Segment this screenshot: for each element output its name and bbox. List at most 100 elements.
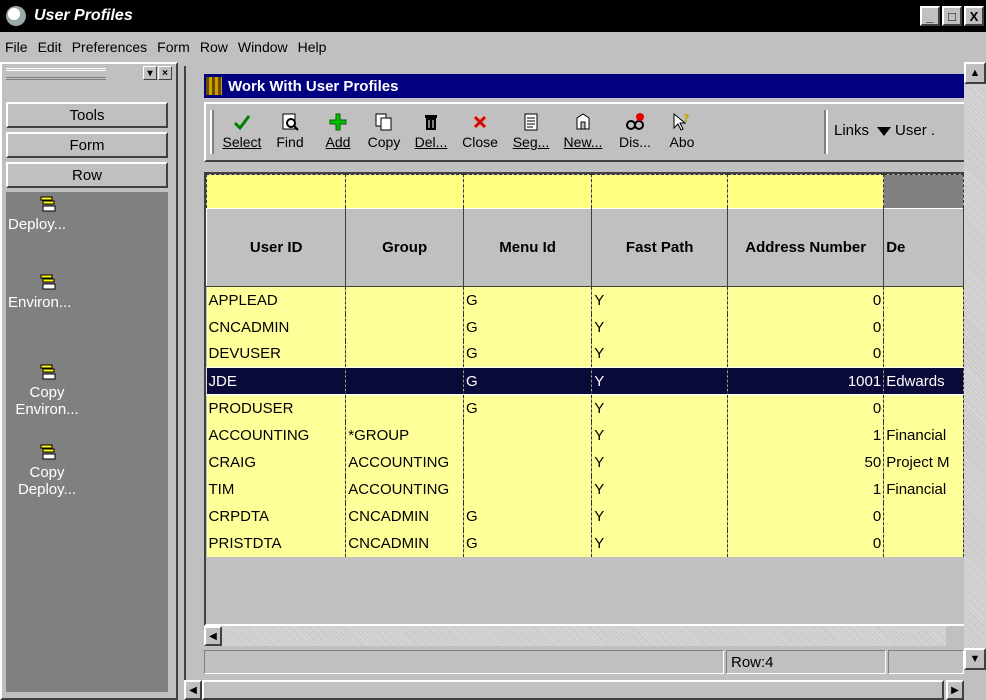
menu-window[interactable]: Window bbox=[233, 39, 293, 55]
qbe-filter-cell[interactable] bbox=[883, 174, 964, 209]
qbe-filter-cell[interactable] bbox=[463, 174, 593, 209]
table-cell: G bbox=[463, 340, 593, 368]
menu-preferences[interactable]: Preferences bbox=[67, 39, 152, 55]
scroll-right-button[interactable]: ▶ bbox=[946, 680, 964, 700]
exit-copy-environ[interactable]: Copy Environ... bbox=[6, 364, 168, 418]
exit-copy-environ-label: Copy Environ... bbox=[15, 384, 79, 418]
column-header[interactable]: User ID bbox=[206, 208, 347, 287]
column-header[interactable]: Menu Id bbox=[463, 208, 593, 287]
column-header[interactable]: Fast Path bbox=[591, 208, 729, 287]
form-window: Work With User Profiles Select Find Add … bbox=[184, 66, 986, 700]
status-bar: Row:4 bbox=[204, 650, 966, 674]
delete-button[interactable]: Del... bbox=[410, 108, 452, 158]
grid-horizontal-scrollbar[interactable]: ◀ bbox=[204, 626, 966, 648]
status-message bbox=[204, 650, 724, 674]
table-row[interactable]: CRAIG ACCOUNTING Y 50 Project M bbox=[206, 448, 964, 476]
table-row[interactable]: PRODUSER G Y 0 bbox=[206, 394, 964, 422]
document-stack-icon bbox=[40, 274, 56, 290]
table-cell: Y bbox=[591, 421, 729, 449]
select-button[interactable]: Select bbox=[216, 108, 268, 158]
scroll-left-button[interactable]: ◀ bbox=[204, 626, 222, 646]
table-row[interactable]: TIM ACCOUNTING Y 1 Financial bbox=[206, 475, 964, 503]
add-button[interactable]: Add bbox=[318, 108, 358, 158]
main-horizontal-scrollbar[interactable]: ◀ ▶ bbox=[184, 680, 964, 700]
close-button[interactable]: X bbox=[964, 6, 984, 26]
about-label: Abo bbox=[669, 134, 695, 150]
table-cell: ACCOUNTING bbox=[345, 475, 465, 503]
qbe-filter-cell[interactable] bbox=[345, 174, 465, 209]
about-button[interactable]: ? Abo bbox=[662, 108, 702, 158]
table-row[interactable]: APPLEAD G Y 0 bbox=[206, 286, 964, 314]
exit-environ[interactable]: Environ... bbox=[6, 274, 168, 311]
table-cell: JDE bbox=[206, 367, 347, 395]
scroll-thumb[interactable] bbox=[202, 680, 944, 700]
status-row-indicator: Row:4 bbox=[726, 650, 886, 674]
qbe-filter-cell[interactable] bbox=[591, 174, 729, 209]
menu-row[interactable]: Row bbox=[195, 39, 233, 55]
display-button[interactable]: Dis... bbox=[612, 108, 658, 158]
dropdown-arrow-icon bbox=[877, 126, 892, 136]
scroll-track[interactable] bbox=[964, 84, 986, 648]
main-vertical-scrollbar[interactable]: ▲ ▼ bbox=[964, 62, 986, 686]
exit-copy-deploy[interactable]: Copy Deploy... bbox=[6, 444, 168, 498]
document-stack-icon bbox=[40, 364, 56, 380]
add-label: Add bbox=[325, 134, 351, 150]
menu-file[interactable]: File bbox=[0, 39, 33, 55]
column-header[interactable]: Group bbox=[345, 208, 465, 287]
app-title-bar: User Profiles _ □ X bbox=[0, 0, 986, 32]
sequence-button[interactable]: Seg... bbox=[508, 108, 554, 158]
new-button[interactable]: New... bbox=[558, 108, 608, 158]
table-cell: CNCADMIN bbox=[345, 502, 465, 530]
close-label: Close bbox=[462, 134, 498, 150]
table-cell: 0 bbox=[727, 529, 885, 557]
links-dropdown[interactable]: Links User . bbox=[834, 122, 935, 139]
table-cell: G bbox=[463, 286, 593, 314]
exit-deploy[interactable]: Deploy... bbox=[6, 196, 168, 233]
table-row[interactable]: DEVUSER G Y 0 bbox=[206, 340, 964, 368]
tab-row[interactable]: Row bbox=[6, 162, 168, 188]
table-cell: Y bbox=[591, 475, 729, 503]
panel-minimize-button[interactable]: ▾ bbox=[143, 66, 157, 80]
table-row[interactable]: ACCOUNTING *GROUP Y 1 Financial bbox=[206, 421, 964, 449]
table-row[interactable]: CNCADMIN G Y 0 bbox=[206, 313, 964, 341]
panel-grip[interactable] bbox=[6, 68, 106, 80]
user-profiles-grid: User ID Group Menu Id Fast Path Address Numb… bbox=[204, 172, 966, 626]
copy-button[interactable]: Copy bbox=[362, 108, 406, 158]
menu-help[interactable]: Help bbox=[293, 39, 332, 55]
tab-form[interactable]: Form bbox=[6, 132, 168, 158]
table-cell: G bbox=[463, 529, 593, 557]
menu-edit[interactable]: Edit bbox=[33, 39, 67, 55]
menu-form[interactable]: Form bbox=[152, 39, 195, 55]
minimize-button[interactable]: _ bbox=[920, 6, 940, 26]
table-row[interactable]: JDE G Y 1001 Edwards bbox=[206, 366, 964, 396]
table-cell: DEVUSER bbox=[206, 340, 347, 368]
table-cell: CNCADMIN bbox=[345, 529, 465, 557]
table-cell: 1 bbox=[727, 421, 885, 449]
qbe-filter-cell[interactable] bbox=[206, 174, 347, 209]
scroll-track[interactable] bbox=[222, 626, 946, 646]
table-cell bbox=[883, 313, 964, 341]
scroll-up-button[interactable]: ▲ bbox=[964, 62, 986, 84]
delete-label: Del... bbox=[414, 134, 448, 150]
table-cell: Y bbox=[591, 313, 729, 341]
display-label: Dis... bbox=[619, 134, 651, 150]
column-header[interactable]: De bbox=[883, 208, 964, 287]
app-icon bbox=[6, 6, 26, 26]
close-form-button[interactable]: Close bbox=[456, 108, 504, 158]
find-button[interactable]: Find bbox=[268, 108, 312, 158]
table-cell: Y bbox=[591, 529, 729, 557]
column-header[interactable]: Address Number bbox=[727, 208, 885, 287]
table-row[interactable]: CRPDTA CNCADMIN G Y 0 bbox=[206, 502, 964, 530]
table-row[interactable]: PRISTDTA CNCADMIN G Y 0 bbox=[206, 529, 964, 557]
panel-close-button[interactable]: × bbox=[158, 66, 172, 80]
status-extra bbox=[888, 650, 964, 674]
qbe-filter-cell[interactable] bbox=[727, 174, 885, 209]
table-cell: Edwards bbox=[883, 367, 964, 395]
table-cell: ACCOUNTING bbox=[345, 448, 465, 476]
table-cell: 1 bbox=[727, 475, 885, 503]
maximize-button[interactable]: □ bbox=[942, 6, 962, 26]
tab-tools[interactable]: Tools bbox=[6, 102, 168, 128]
table-cell bbox=[463, 421, 593, 449]
scroll-left-button[interactable]: ◀ bbox=[184, 680, 202, 700]
scroll-down-button[interactable]: ▼ bbox=[964, 648, 986, 670]
